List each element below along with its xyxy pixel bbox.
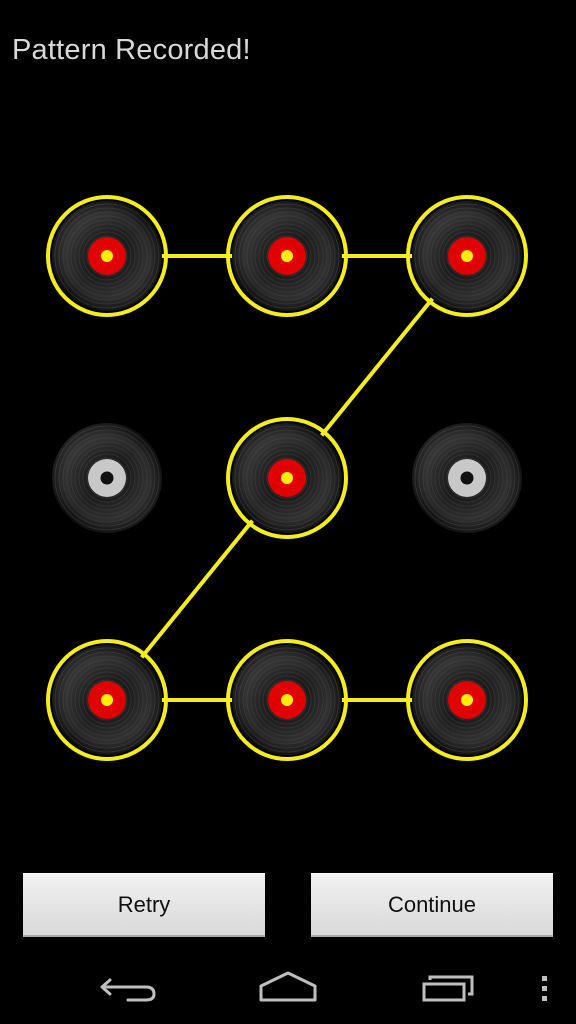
pattern-node-1[interactable]: [46, 195, 168, 317]
overflow-menu-icon[interactable]: [542, 976, 547, 1001]
pattern-node-8[interactable]: [226, 639, 348, 761]
pattern-grid[interactable]: [0, 0, 576, 1024]
pattern-node-3[interactable]: [406, 195, 528, 317]
retry-button[interactable]: Retry: [23, 873, 265, 937]
recent-apps-icon[interactable]: [422, 975, 474, 1002]
pattern-node-5[interactable]: [226, 417, 348, 539]
continue-button[interactable]: Continue: [311, 873, 553, 937]
home-icon[interactable]: [259, 971, 317, 1002]
pattern-node-9[interactable]: [406, 639, 528, 761]
pattern-node-4[interactable]: [52, 423, 162, 533]
back-icon[interactable]: [100, 978, 156, 1002]
pattern-nodes: [46, 195, 528, 761]
pattern-node-7[interactable]: [46, 639, 168, 761]
pattern-node-2[interactable]: [226, 195, 348, 317]
pattern-node-6[interactable]: [412, 423, 522, 533]
navigation-bar: [100, 971, 547, 1002]
